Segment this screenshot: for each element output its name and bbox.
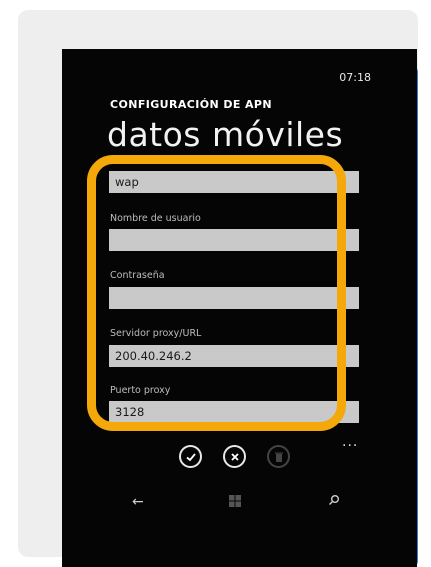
trash-icon: [274, 452, 283, 462]
windows-logo-icon: [229, 495, 241, 507]
screenshot-card: 07:18 CONFIGURACIÓN DE APN datos móviles…: [18, 10, 418, 567]
check-icon: [185, 452, 196, 461]
back-icon[interactable]: ←: [132, 494, 144, 510]
magnifier-icon: [329, 495, 339, 505]
phone-screen: 07:18 CONFIGURACIÓN DE APN datos móviles…: [62, 49, 417, 567]
windows-start-icon[interactable]: [228, 494, 242, 512]
close-icon: [230, 452, 239, 461]
delete-button[interactable]: [267, 445, 290, 468]
save-button[interactable]: [179, 445, 202, 468]
page-header: CONFIGURACIÓN DE APN: [110, 98, 272, 111]
more-menu-button[interactable]: ...: [342, 434, 358, 450]
search-icon[interactable]: [328, 494, 340, 510]
status-clock: 07:18: [339, 71, 371, 84]
page-title: datos móviles: [107, 115, 344, 154]
cancel-button[interactable]: [223, 445, 246, 468]
highlight-frame: [87, 155, 346, 431]
